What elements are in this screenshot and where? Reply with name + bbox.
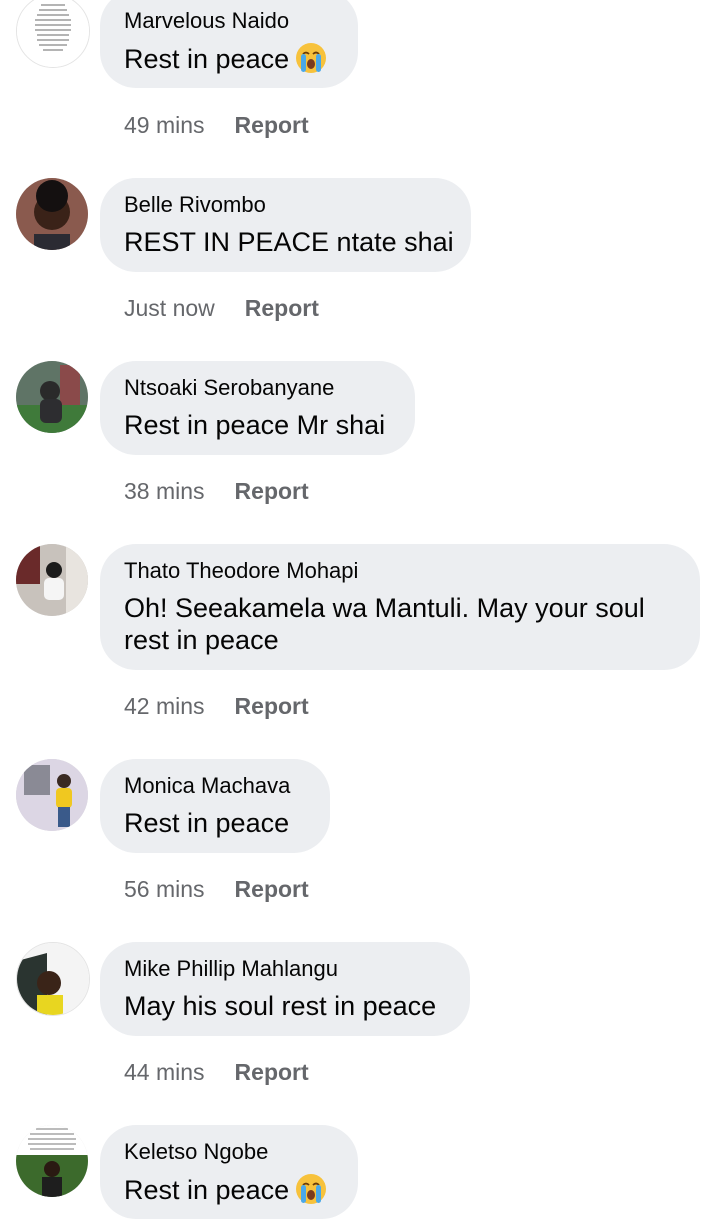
comment-meta: 44 mins Report [124,1059,309,1086]
comment-bubble[interactable]: Monica Machava Rest in peace [100,759,330,853]
report-button[interactable]: Report [235,693,309,720]
avatar[interactable] [16,361,88,433]
commenter-name[interactable]: Marvelous Naido [124,8,289,34]
avatar[interactable] [16,544,88,616]
comment-meta: Just now Report [124,295,319,322]
comment-bubble[interactable]: Keletso Ngobe Rest in peace [100,1125,358,1219]
comment-text-content: Rest in peace [124,1175,290,1205]
comment-bubble[interactable]: Thato Theodore Mohapi Oh! Seeakamela wa … [100,544,700,670]
comment-item: Keletso Ngobe Rest in peace [0,1125,720,1221]
report-button[interactable]: Report [235,876,309,903]
commenter-name[interactable]: Thato Theodore Mohapi [124,558,358,584]
comment-item: Marvelous Naido Rest in peace 49 mins Rep… [0,0,720,150]
comment-time: 42 mins [124,693,205,719]
report-button[interactable]: Report [235,478,309,505]
comment-bubble[interactable]: Ntsoaki Serobanyane Rest in peace Mr sha… [100,361,415,455]
avatar[interactable] [16,1125,88,1197]
comment-item: Monica Machava Rest in peace 56 mins Repo… [0,759,720,909]
comment-text: May his soul rest in peace [124,991,437,1021]
avatar[interactable] [16,759,88,831]
comment-time: 44 mins [124,1059,205,1085]
commenter-name[interactable]: Monica Machava [124,773,290,799]
crying-face-icon [296,43,327,73]
comment-text-content: Rest in peace [124,44,290,74]
commenter-name[interactable]: Mike Phillip Mahlangu [124,956,338,982]
comment-text: Rest in peace [124,42,327,75]
comment-meta: 38 mins Report [124,478,309,505]
comment-time: Just now [124,295,215,321]
commenter-name[interactable]: Ntsoaki Serobanyane [124,375,334,401]
comment-time: 49 mins [124,112,205,138]
commenter-name[interactable]: Belle Rivombo [124,192,266,218]
comment-meta: 49 mins Report [124,112,309,139]
comment-text: Oh! Seeakamela wa Mantuli. May your soul… [124,593,645,655]
avatar[interactable] [16,942,90,1016]
avatar[interactable] [16,0,90,68]
comment-text: Rest in peace [124,1173,327,1206]
comment-item: Ntsoaki Serobanyane Rest in peace Mr sha… [0,361,720,511]
comment-meta: 42 mins Report [124,693,309,720]
comment-text: REST IN PEACE ntate shai [124,227,454,257]
comment-bubble[interactable]: Mike Phillip Mahlangu May his soul rest … [100,942,470,1036]
comment-item: Thato Theodore Mohapi Oh! Seeakamela wa … [0,544,720,734]
comment-item: Mike Phillip Mahlangu May his soul rest … [0,942,720,1092]
comment-meta: 56 mins Report [124,876,309,903]
commenter-name[interactable]: Keletso Ngobe [124,1139,268,1165]
crying-face-icon [296,1174,327,1204]
report-button[interactable]: Report [235,1059,309,1086]
comment-time: 56 mins [124,876,205,902]
comment-text: Rest in peace Mr shai [124,410,386,440]
comment-bubble[interactable]: Marvelous Naido Rest in peace [100,0,358,88]
report-button[interactable]: Report [245,295,319,322]
comment-bubble[interactable]: Belle Rivombo REST IN PEACE ntate shai [100,178,471,272]
report-button[interactable]: Report [235,112,309,139]
avatar[interactable] [16,178,88,250]
comment-item: Belle Rivombo REST IN PEACE ntate shai J… [0,178,720,328]
comment-text: Rest in peace [124,808,290,838]
comment-time: 38 mins [124,478,205,504]
